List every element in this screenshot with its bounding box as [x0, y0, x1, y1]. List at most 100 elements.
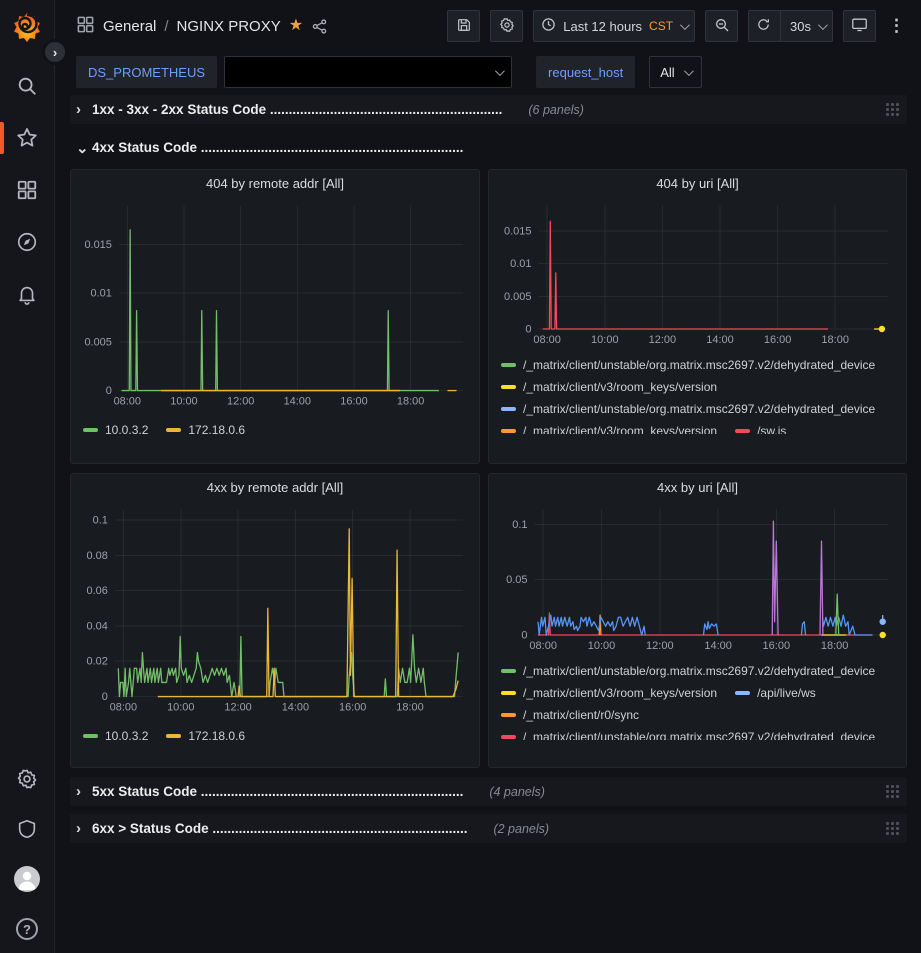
- panel-title[interactable]: 4xx by uri [All]: [497, 480, 898, 502]
- svg-text:14:00: 14:00: [282, 701, 309, 713]
- panel-title[interactable]: 404 by uri [All]: [497, 176, 898, 198]
- user-avatar: [14, 866, 40, 892]
- sidebar-item-help[interactable]: ?: [0, 915, 54, 943]
- variable-value-request-host-dropdown[interactable]: All: [649, 56, 701, 88]
- legend-item[interactable]: /_matrix/client/v3/room_keys/version: [501, 424, 717, 434]
- zoom-out-icon: [714, 17, 730, 36]
- svg-text:0.05: 0.05: [506, 574, 527, 586]
- refresh-group[interactable]: 30s: [748, 10, 833, 42]
- grid-icon: [16, 179, 38, 201]
- svg-text:12:00: 12:00: [227, 395, 254, 407]
- panel-title[interactable]: 4xx by remote addr [All]: [79, 480, 471, 502]
- legend-item[interactable]: /_matrix/client/unstable/org.matrix.msc2…: [501, 358, 875, 372]
- row-drag-handle[interactable]: [886, 822, 899, 835]
- save-dashboard-button[interactable]: [447, 10, 480, 42]
- legend-item[interactable]: /_matrix/client/unstable/org.matrix.msc2…: [501, 730, 875, 740]
- svg-text:0.01: 0.01: [510, 258, 531, 270]
- gear-icon: [16, 768, 38, 790]
- row-panel-count: (2 panels): [493, 822, 549, 836]
- legend-label: /_matrix/client/unstable/org.matrix.msc2…: [523, 730, 875, 740]
- legend-swatch: [83, 734, 98, 738]
- svg-text:0.04: 0.04: [87, 620, 108, 632]
- timeseries-chart[interactable]: 08:0010:0012:0014:0016:0018:0000.0050.01…: [497, 198, 898, 348]
- legend-item[interactable]: 172.18.0.6: [166, 423, 245, 437]
- row-drag-handle[interactable]: [886, 785, 899, 798]
- legend-swatch: [166, 734, 181, 738]
- kebab-menu-button[interactable]: ⋮: [886, 10, 907, 42]
- row-collapse-chevron: ›: [76, 101, 92, 118]
- legend-label: /_matrix/client/v3/room_keys/version: [523, 380, 717, 394]
- legend-label: /sw.js: [757, 424, 786, 434]
- favorite-star-icon[interactable]: ★: [289, 18, 303, 34]
- panel-title[interactable]: 404 by remote addr [All]: [79, 176, 471, 198]
- tv-mode-button[interactable]: [843, 10, 876, 42]
- sidebar-item-server-admin[interactable]: [0, 815, 54, 843]
- svg-text:0: 0: [106, 385, 112, 397]
- sidebar-item-dashboards[interactable]: [0, 176, 54, 204]
- row-header-5xx[interactable]: › 5xx Status Code ......................…: [70, 777, 907, 806]
- variable-label-request-host[interactable]: request_host: [536, 56, 635, 88]
- row-drag-handle[interactable]: [886, 103, 899, 116]
- svg-text:10:00: 10:00: [588, 640, 616, 652]
- search-icon: [16, 75, 38, 97]
- svg-text:14:00: 14:00: [284, 395, 311, 407]
- page-title[interactable]: NGINX PROXY: [177, 18, 281, 35]
- sidebar-item-explore[interactable]: [0, 228, 54, 256]
- legend-item[interactable]: 10.0.3.2: [83, 729, 148, 743]
- legend-item[interactable]: /_matrix/client/unstable/org.matrix.msc2…: [501, 664, 875, 678]
- legend-label: /_matrix/client/unstable/org.matrix.msc2…: [523, 664, 875, 678]
- legend-item[interactable]: /sw.js: [735, 424, 786, 434]
- sidebar-item-alerting[interactable]: [0, 280, 54, 308]
- save-icon: [456, 17, 472, 36]
- svg-text:08:00: 08:00: [529, 640, 557, 652]
- grafana-logo[interactable]: [10, 10, 44, 44]
- timeseries-chart[interactable]: 08:0010:0012:0014:0016:0018:0000.0050.01…: [79, 198, 471, 410]
- svg-text:0.005: 0.005: [84, 336, 111, 348]
- legend-item[interactable]: 10.0.3.2: [83, 423, 148, 437]
- legend-item[interactable]: /_matrix/client/v3/room_keys/version: [501, 686, 717, 700]
- svg-text:18:00: 18:00: [396, 701, 423, 713]
- legend-swatch: [166, 428, 181, 432]
- dashboards-grid-icon[interactable]: [76, 15, 95, 37]
- svg-text:12:00: 12:00: [649, 334, 677, 346]
- svg-text:16:00: 16:00: [764, 334, 792, 346]
- sidebar-item-configuration[interactable]: [0, 765, 54, 793]
- variable-label-ds[interactable]: DS_PROMETHEUS: [76, 56, 217, 88]
- legend-item[interactable]: 172.18.0.6: [166, 729, 245, 743]
- svg-text:0.01: 0.01: [91, 288, 112, 300]
- svg-text:18:00: 18:00: [821, 334, 849, 346]
- legend-item[interactable]: /_matrix/client/v3/room_keys/version: [501, 380, 717, 394]
- shield-icon: [16, 818, 38, 840]
- svg-text:14:00: 14:00: [704, 640, 732, 652]
- panel-row-1: 404 by remote addr [All] 08:0010:0012:00…: [70, 169, 907, 464]
- zoom-out-button[interactable]: [705, 10, 738, 42]
- svg-text:0.02: 0.02: [87, 656, 108, 668]
- sidebar-item-profile[interactable]: [0, 865, 54, 893]
- row-header-1xx-3xx-2xx[interactable]: › 1xx - 3xx - 2xx Status Code ..........…: [70, 95, 907, 124]
- row-header-4xx[interactable]: ⌄ 4xx Status Code ......................…: [70, 133, 907, 162]
- dashboard-settings-button[interactable]: [490, 10, 523, 42]
- sidebar-expand-button[interactable]: ›: [42, 39, 68, 65]
- sidebar-item-starred[interactable]: [0, 124, 54, 152]
- bell-icon: [16, 283, 38, 305]
- variable-value-ds-dropdown[interactable]: [224, 56, 512, 88]
- chevron-down-icon: [680, 20, 690, 30]
- panel-legend: 10.0.3.2 172.18.0.6: [79, 419, 471, 441]
- breadcrumb-separator: /: [164, 18, 168, 35]
- legend-item[interactable]: /_matrix/client/r0/sync: [501, 708, 639, 722]
- timeseries-chart[interactable]: 08:0010:0012:0014:0016:0018:0000.020.040…: [79, 502, 471, 716]
- svg-text:16:00: 16:00: [339, 701, 366, 713]
- row-panel-count: (6 panels): [528, 103, 584, 117]
- row-title: 6xx > Status Code ......................…: [92, 821, 467, 836]
- row-expand-chevron: ⌄: [76, 139, 92, 157]
- legend-item[interactable]: /_matrix/client/unstable/org.matrix.msc2…: [501, 402, 875, 416]
- share-icon[interactable]: [311, 18, 328, 35]
- sidebar-item-search[interactable]: [0, 72, 54, 100]
- row-collapse-chevron: ›: [76, 820, 92, 837]
- timeseries-chart[interactable]: 08:0010:0012:0014:0016:0018:0000.050.1: [497, 502, 898, 654]
- legend-swatch: [501, 713, 516, 717]
- breadcrumb-section[interactable]: General: [103, 18, 156, 35]
- time-range-picker[interactable]: Last 12 hours CST: [533, 10, 695, 42]
- row-header-6xx[interactable]: › 6xx > Status Code ....................…: [70, 814, 907, 843]
- legend-item[interactable]: /api/live/ws: [735, 686, 816, 700]
